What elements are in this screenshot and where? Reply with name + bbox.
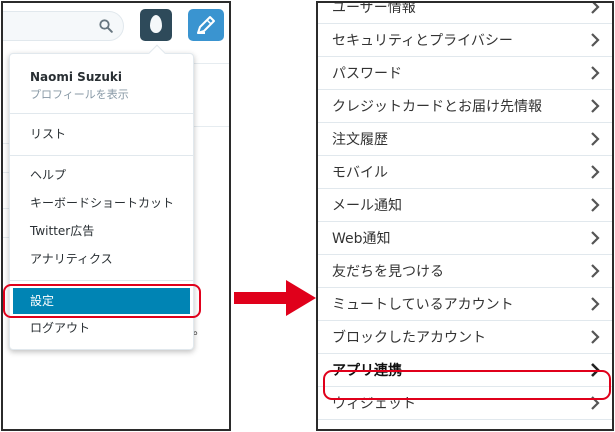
chevron-right-icon	[591, 165, 600, 179]
chevron-right-icon	[591, 66, 600, 80]
chevron-right-icon	[591, 297, 600, 311]
settings-item-label: ブロックしたアカウント	[332, 330, 486, 346]
chevron-right-icon	[591, 330, 600, 344]
settings-item[interactable]: モバイル	[318, 156, 612, 189]
chevron-right-icon	[591, 99, 600, 113]
settings-item-label: メール通知	[332, 198, 402, 214]
settings-item-label: ユーザー情報	[332, 1, 416, 16]
settings-item[interactable]: セキュリティとプライバシー	[318, 24, 612, 57]
egg-avatar-icon	[150, 15, 162, 33]
settings-item-label: Web通知	[332, 231, 391, 247]
menu-item-help[interactable]: ヘルプ	[10, 162, 193, 188]
settings-item[interactable]: ブロックしたアカウント	[318, 321, 612, 354]
settings-item[interactable]: クレジットカードとお届け先情報	[318, 90, 612, 123]
settings-item-label: ミュートしているアカウント	[332, 297, 514, 313]
user-name: Naomi Suzuki	[30, 70, 122, 84]
menu-divider	[10, 280, 193, 281]
settings-item[interactable]: Web通知	[318, 222, 612, 255]
menu-item-analytics[interactable]: アナリティクス	[10, 246, 193, 272]
menu-item-twitter-ads[interactable]: Twitter広告	[10, 218, 193, 244]
twitter-header-panel: 。 Naomi Suzuki プロフィールを表示 リスト ヘルプ キーボードショ…	[1, 1, 231, 431]
settings-item[interactable]: メール通知	[318, 189, 612, 222]
chevron-right-icon	[591, 33, 600, 47]
highlight-annotation	[323, 370, 611, 400]
settings-item-label: セキュリティとプライバシー	[332, 33, 513, 49]
menu-divider	[10, 155, 193, 156]
menu-item-keyboard-shortcuts[interactable]: キーボードショートカット	[10, 190, 193, 216]
menu-divider	[10, 113, 193, 114]
menu-item-logout[interactable]: ログアウト	[10, 315, 193, 341]
settings-item-label: 注文履歴	[332, 132, 388, 148]
chevron-right-icon	[591, 3, 600, 14]
chevron-right-icon	[591, 132, 600, 146]
settings-item-label: クレジットカードとお届け先情報	[332, 99, 542, 115]
settings-list: ユーザー情報セキュリティとプライバシー パスワードクレジットカードとお届け先情報注…	[318, 1, 612, 420]
compose-tweet-button[interactable]	[188, 9, 224, 41]
settings-item[interactable]: 注文履歴	[318, 123, 612, 156]
search-icon[interactable]	[99, 19, 113, 33]
menu-item-lists[interactable]: リスト	[10, 121, 193, 147]
top-navigation-bar	[3, 3, 229, 48]
view-profile-link[interactable]: プロフィールを表示	[30, 86, 129, 102]
highlight-annotation	[3, 284, 201, 318]
settings-menu-panel: ユーザー情報セキュリティとプライバシー パスワードクレジットカードとお届け先情報注…	[316, 1, 614, 431]
background-text: 。	[193, 323, 206, 337]
settings-item[interactable]: ミュートしているアカウント	[318, 288, 612, 321]
chevron-right-icon	[591, 231, 600, 245]
compose-tweet-icon	[197, 16, 215, 34]
background-card	[193, 63, 229, 127]
settings-item-label: 友だちを見つける	[332, 264, 444, 280]
search-input[interactable]	[3, 11, 124, 41]
chevron-right-icon	[591, 264, 600, 278]
settings-item-label: モバイル	[332, 165, 388, 181]
settings-item[interactable]: パスワード	[318, 57, 612, 90]
avatar-button[interactable]	[140, 9, 172, 41]
settings-item[interactable]: ユーザー情報	[318, 1, 612, 24]
settings-item[interactable]: 友だちを見つける	[318, 255, 612, 288]
chevron-right-icon	[591, 198, 600, 212]
right-arrow-icon	[234, 280, 316, 316]
settings-item-label: パスワード	[332, 66, 402, 82]
